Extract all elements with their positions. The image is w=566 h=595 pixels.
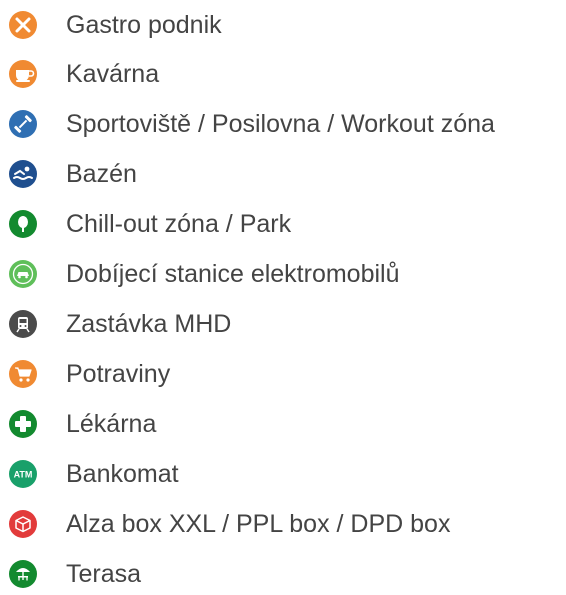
legend-label: Lékárna: [66, 410, 157, 438]
legend-label: Chill-out zóna / Park: [66, 210, 292, 238]
legend-label: Dobíjecí stanice elektromobilů: [66, 260, 400, 288]
dumbbell-icon: [6, 107, 40, 141]
legend-label: Terasa: [66, 560, 142, 588]
legend-item-potraviny: Potraviny: [0, 357, 566, 391]
pharmacy-cross-icon: [6, 407, 40, 441]
parcel-box-icon: [6, 507, 40, 541]
legend-item-lekarna: Lékárna: [0, 407, 566, 441]
legend-item-bazen: Bazén: [0, 157, 566, 191]
coffee-cup-icon: [6, 57, 40, 91]
shopping-cart-icon: [6, 357, 40, 391]
atm-icon: ATM: [6, 457, 40, 491]
cutlery-icon: [6, 8, 40, 42]
legend-item-kavarna: Kavárna: [0, 57, 566, 91]
legend-item-park: Chill-out zóna / Park: [0, 207, 566, 241]
legend-item-gastro: Gastro podnik: [0, 8, 566, 42]
legend-label: Zastávka MHD: [66, 310, 232, 338]
legend-label: Gastro podnik: [66, 11, 222, 39]
legend-label: Kavárna: [66, 60, 160, 88]
legend-label: Bazén: [66, 160, 137, 188]
legend-item-zastavka-mhd: Zastávka MHD: [0, 307, 566, 341]
legend-item-bankomat: ATM Bankomat: [0, 457, 566, 491]
swimmer-icon: [6, 157, 40, 191]
legend-item-dobijeci-stanice: Dobíjecí stanice elektromobilů: [0, 257, 566, 291]
legend-label: Potraviny: [66, 360, 171, 388]
legend-label: Alza box XXL / PPL box / DPD box: [66, 510, 451, 538]
legend-item-boxy: Alza box XXL / PPL box / DPD box: [0, 507, 566, 541]
atm-icon-text: ATM: [14, 470, 33, 480]
legend-item-sportoviste: Sportoviště / Posilovna / Workout zóna: [0, 107, 566, 141]
tram-icon: [6, 307, 40, 341]
legend-label: Sportoviště / Posilovna / Workout zóna: [66, 110, 495, 138]
electric-car-icon: [6, 257, 40, 291]
terrace-umbrella-icon: [6, 557, 40, 591]
legend-item-terasa: Terasa: [0, 557, 566, 591]
legend-label: Bankomat: [66, 460, 179, 488]
tree-icon: [6, 207, 40, 241]
